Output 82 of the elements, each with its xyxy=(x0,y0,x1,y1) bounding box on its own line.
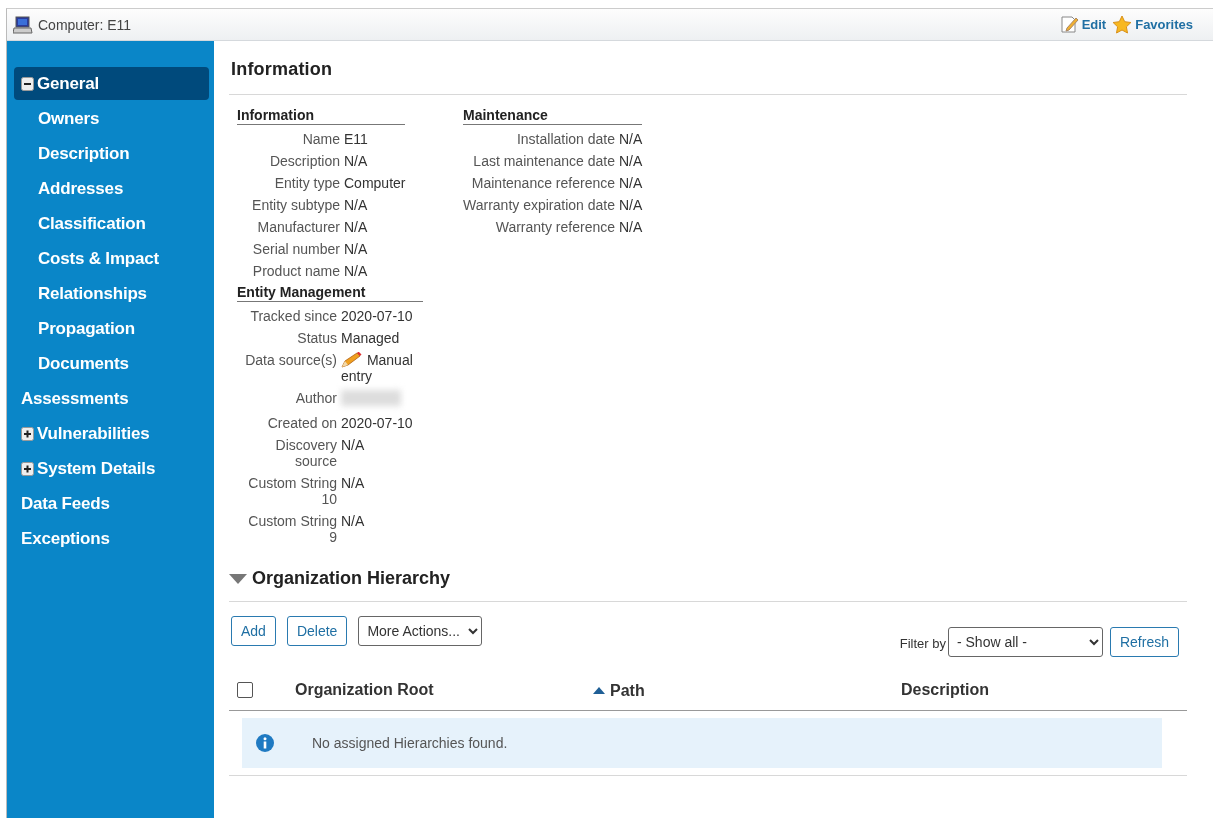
field-value: Computer xyxy=(344,175,406,191)
field-value: N/A xyxy=(619,197,643,213)
field-label: Entity subtype xyxy=(251,196,341,215)
field-label: Last maintenance date xyxy=(472,152,616,171)
group-heading: Entity Management xyxy=(237,284,423,302)
filter-dropdown[interactable]: - Show all - xyxy=(947,627,1103,657)
info-icon xyxy=(256,734,274,752)
sidebar-item[interactable]: Documents xyxy=(14,347,209,380)
field-label: Name xyxy=(301,130,341,149)
expand-icon[interactable] xyxy=(21,461,35,476)
field-value: N/A xyxy=(341,475,365,491)
sidebar-item[interactable]: Costs & Impact xyxy=(14,242,209,275)
sidebar-item[interactable]: Assessments xyxy=(14,382,209,415)
field-value: Manual entry xyxy=(341,352,414,384)
field-value: E11 xyxy=(344,131,368,147)
field-label: Custom String 9 xyxy=(247,512,338,547)
field-value: 2020-07-10 xyxy=(341,415,413,431)
field-label: Custom String 10 xyxy=(247,474,338,509)
field-label: Discovery source xyxy=(274,436,338,471)
field-label: Product name xyxy=(251,262,341,281)
field-value: N/A xyxy=(619,175,643,191)
field-value: N/A xyxy=(344,219,368,235)
sidebar-item[interactable]: Description xyxy=(14,137,209,170)
actions-dropdown[interactable]: More Actions... xyxy=(358,616,483,646)
sidebar-item[interactable]: Relationships xyxy=(14,277,209,310)
field-label: Installation date xyxy=(515,130,616,149)
sidebar-item[interactable]: Vulnerabilities xyxy=(14,417,209,450)
refresh-button[interactable]: Refresh xyxy=(1109,627,1179,657)
column-header[interactable]: Path xyxy=(593,681,645,700)
edit-document-icon xyxy=(1059,15,1079,34)
field-value: N/A xyxy=(344,153,368,169)
sidebar-item[interactable]: Propagation xyxy=(14,312,209,345)
edit-link[interactable]: Edit xyxy=(1059,15,1107,34)
star-icon xyxy=(1112,15,1133,34)
column-header[interactable]: Organization Root xyxy=(295,681,434,699)
field-label: Warranty expiration date xyxy=(463,196,616,215)
sidebar-item[interactable]: Data Feeds xyxy=(14,487,209,520)
field-label: Data source(s) xyxy=(244,351,338,370)
field-label: Created on xyxy=(266,414,338,433)
field-value: N/A xyxy=(619,153,643,169)
sort-ascending-icon xyxy=(593,687,605,695)
sidebar-item[interactable]: Owners xyxy=(14,102,209,135)
filter-label: Filter by xyxy=(899,636,946,651)
computer-icon xyxy=(13,15,33,34)
field-label: Author xyxy=(294,389,338,408)
field-label: Status xyxy=(296,329,338,348)
field-label: Serial number xyxy=(251,240,341,259)
field-label: Tracked since xyxy=(249,307,338,326)
field-label: Manufacturer xyxy=(256,218,341,237)
window-title: Computer: E11 xyxy=(38,16,133,33)
field-value: N/A xyxy=(344,241,368,257)
field-value: 2020-07-10 xyxy=(341,308,413,324)
field-label: Entity type xyxy=(273,174,341,193)
column-header[interactable]: Description xyxy=(901,681,989,699)
field-value: Managed xyxy=(341,330,400,346)
expand-icon[interactable] xyxy=(21,426,35,441)
field-label: Maintenance reference xyxy=(470,174,616,193)
field-value: N/A xyxy=(344,263,368,279)
sidebar-item[interactable]: General xyxy=(14,67,209,100)
group-heading: Information xyxy=(237,107,406,125)
favorites-link[interactable]: Favorites xyxy=(1112,15,1193,34)
group-heading: Maintenance xyxy=(463,107,643,125)
sidebar-item[interactable]: Classification xyxy=(14,207,209,240)
field-label: Warranty reference xyxy=(494,218,616,237)
field-label: Description xyxy=(268,152,341,171)
field-value: N/A xyxy=(344,197,368,213)
field-value: N/A xyxy=(619,131,643,147)
field-value: N/A xyxy=(341,513,365,529)
field-value: N/A xyxy=(341,437,365,453)
section-title: Information xyxy=(229,41,1187,95)
sidebar-item[interactable]: System Details xyxy=(14,452,209,485)
collapse-icon[interactable] xyxy=(21,76,35,91)
section-title: Organization Hierarchy xyxy=(252,568,451,589)
redacted-value xyxy=(341,390,401,406)
action-button[interactable]: Delete xyxy=(286,616,348,646)
checkbox[interactable] xyxy=(237,682,253,698)
empty-message: No assigned Hierarchies found. xyxy=(312,735,508,751)
pencil-icon xyxy=(341,352,363,368)
sidebar-item[interactable]: Exceptions xyxy=(14,522,209,555)
sidebar-item[interactable]: Addresses xyxy=(14,172,209,205)
action-button[interactable]: Add xyxy=(231,616,276,646)
field-value: N/A xyxy=(619,219,643,235)
